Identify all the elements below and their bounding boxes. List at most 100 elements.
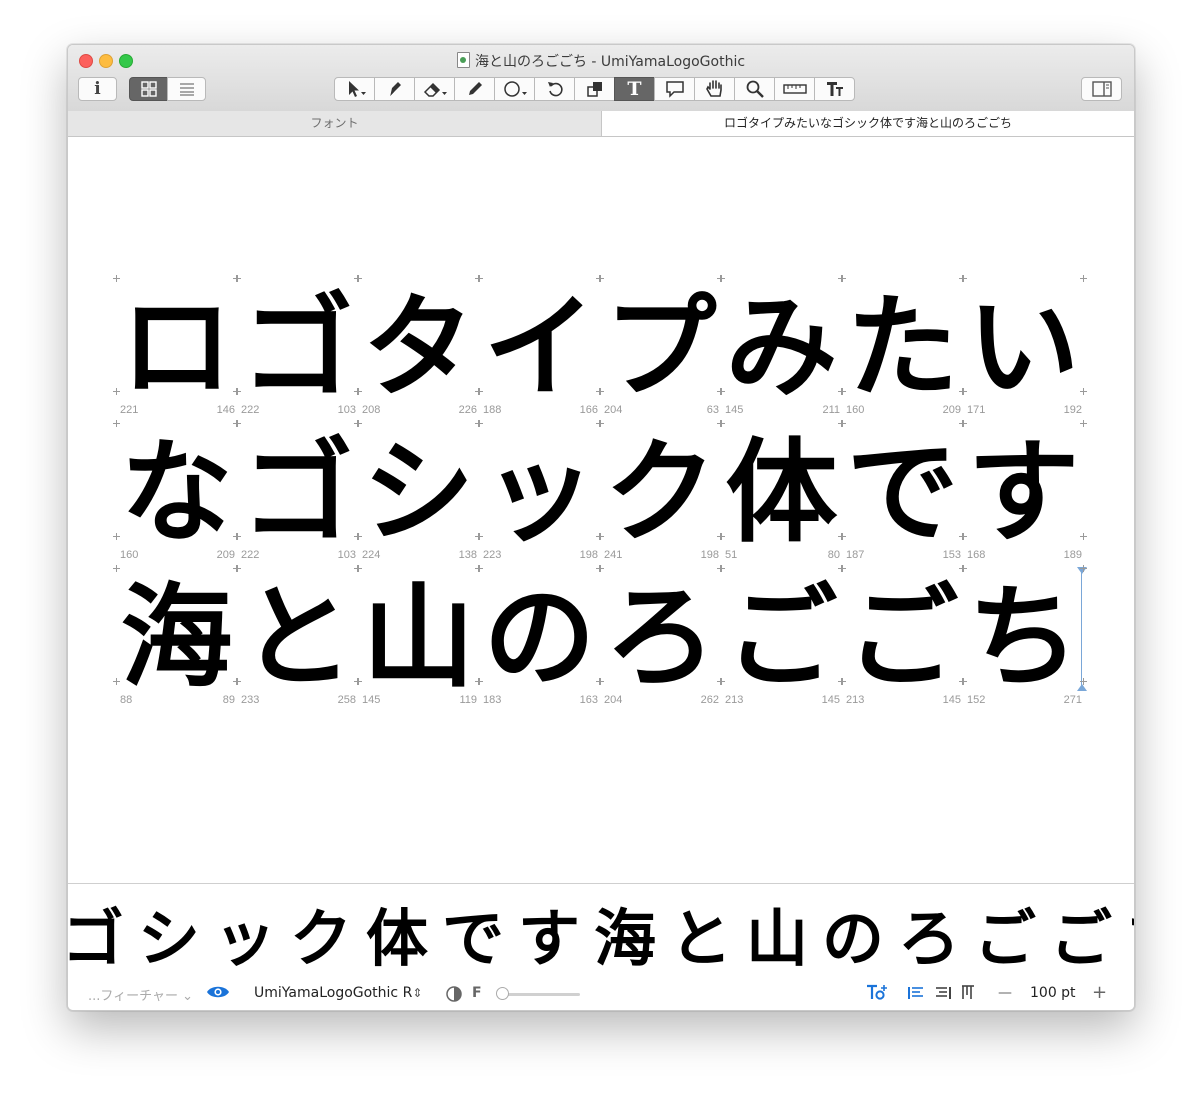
glyph-cell[interactable]: ク 241 198	[597, 420, 724, 568]
vertical-text-button[interactable]	[961, 985, 975, 1004]
glyph-character: ご	[846, 573, 959, 703]
fill-toggle[interactable]: F	[472, 985, 482, 1001]
tab-font[interactable]: フォント	[68, 111, 602, 136]
preview-toggle[interactable]	[206, 984, 230, 1004]
list-view-button[interactable]	[167, 77, 206, 101]
metric-crosshair	[113, 533, 120, 540]
glyph-cell[interactable]: み 145 211	[718, 275, 845, 423]
left-sidebearing-value: 145	[362, 694, 381, 706]
glyph-cell[interactable]: 海 88 89	[113, 565, 240, 713]
annotation-tool[interactable]	[654, 77, 695, 101]
glyph-cell[interactable]: ろ 204 262	[597, 565, 724, 713]
align-right-icon	[936, 987, 951, 999]
glyph-cell[interactable]: ゴ 222 103	[234, 275, 361, 423]
glyph-cell[interactable]: な 160 209	[113, 420, 240, 568]
ellipse-tool[interactable]	[494, 77, 535, 101]
metric-crosshair	[355, 388, 362, 395]
glyph-cell[interactable]: タ 208 226	[355, 275, 482, 423]
grid-view-button[interactable]	[129, 77, 168, 101]
metric-crosshair	[960, 678, 967, 685]
metric-crosshair	[476, 678, 483, 685]
tab-edit-text[interactable]: ロゴタイプみたいなゴシック体です海と山のろごごち	[602, 111, 1134, 136]
pencil-tool[interactable]	[454, 77, 495, 101]
text-tool[interactable]: T	[614, 77, 655, 101]
glyph-cell[interactable]: ロ 221 146	[113, 275, 240, 423]
glyph-cell[interactable]: ッ 223 198	[476, 420, 603, 568]
eraser-icon	[423, 82, 447, 97]
eraser-tool[interactable]	[414, 77, 455, 101]
transform-tool[interactable]	[574, 77, 615, 101]
glyph-cell[interactable]: い 171 192	[960, 275, 1087, 423]
align-left-button[interactable]	[908, 986, 924, 1004]
text-direction-button[interactable]	[866, 983, 888, 1005]
glyph-cell[interactable]: ち 152 271	[960, 565, 1087, 713]
left-sidebearing-value: 241	[604, 549, 623, 561]
size-slider[interactable]	[496, 987, 580, 1001]
left-sidebearing-value: 183	[483, 694, 502, 706]
font-selector[interactable]: UmiYamaLogoGothic R⇕	[254, 985, 422, 1001]
glyph-cell[interactable]: と 233 258	[234, 565, 361, 713]
left-sidebearing-value: 168	[967, 549, 986, 561]
measure-tool[interactable]	[774, 77, 815, 101]
right-sidebearing-value: 138	[458, 549, 477, 561]
metric-crosshair	[476, 565, 483, 572]
glyph-cell[interactable]: の 183 163	[476, 565, 603, 713]
edit-canvas[interactable]: ロ 221 146 ゴ 222 103 タ 208 226 イ 188 166 プ 204 63 み 145 21…	[68, 137, 1134, 883]
pen-tool[interactable]	[374, 77, 415, 101]
right-sidebearing-value: 89	[222, 694, 235, 706]
metrics-tool[interactable]	[814, 77, 855, 101]
glyph-cell[interactable]: 山 145 119	[355, 565, 482, 713]
ellipse-icon	[503, 81, 527, 97]
left-sidebearing-value: 160	[846, 404, 865, 416]
right-sidebearing-value: 189	[1063, 549, 1082, 561]
right-sidebearing-value: 103	[337, 549, 356, 561]
glyph-character: た	[846, 283, 959, 413]
right-sidebearing-value: 163	[579, 694, 598, 706]
features-dropdown[interactable]: ...フィーチャー ⌄	[88, 985, 193, 1004]
rotate-icon	[547, 82, 563, 97]
glyph-cell[interactable]: ゴ 222 103	[234, 420, 361, 568]
info-button[interactable]: i	[78, 77, 117, 101]
increase-size-button[interactable]: +	[1092, 982, 1107, 1003]
text-tool-icon: T	[627, 78, 642, 100]
sidebar-toggle-button[interactable]	[1081, 77, 1122, 101]
metric-crosshair	[597, 275, 604, 282]
glyph-cell[interactable]: で 187 153	[839, 420, 966, 568]
contrast-icon	[446, 986, 462, 1002]
metric-crosshair	[718, 388, 725, 395]
metric-crosshair	[960, 533, 967, 540]
tab-bar: フォント ロゴタイプみたいなゴシック体です海と山のろごごち	[68, 111, 1134, 137]
metric-crosshair	[234, 420, 241, 427]
metric-crosshair	[113, 678, 120, 685]
glyph-cell[interactable]: イ 188 166	[476, 275, 603, 423]
glyph-cell[interactable]: た 160 209	[839, 275, 966, 423]
glyph-cell[interactable]: 体 51 80	[718, 420, 845, 568]
glyph-character: タ	[362, 283, 475, 413]
hand-tool[interactable]	[694, 77, 735, 101]
glyph-cell[interactable]: プ 204 63	[597, 275, 724, 423]
zoom-tool[interactable]	[734, 77, 775, 101]
font-size-value[interactable]: 100 pt	[1030, 985, 1076, 1001]
decrease-size-button[interactable]: —	[998, 985, 1012, 1001]
right-sidebearing-value: 209	[216, 549, 235, 561]
align-right-button[interactable]	[935, 986, 951, 1004]
glyph-cell[interactable]: ご 213 145	[718, 565, 845, 713]
metric-crosshair	[960, 388, 967, 395]
metric-crosshair	[1080, 420, 1087, 427]
glyph-cell[interactable]: ご 213 145	[839, 565, 966, 713]
right-sidebearing-value: 145	[942, 694, 961, 706]
glyph-character: 海	[120, 573, 233, 703]
glyph-cell[interactable]: す 168 189	[960, 420, 1087, 568]
pointer-tool[interactable]	[334, 77, 375, 101]
glyph-cell[interactable]: シ 224 138	[355, 420, 482, 568]
grid-view-icon	[140, 81, 157, 97]
right-sidebearing-value: 198	[579, 549, 598, 561]
slider-knob[interactable]	[496, 987, 509, 1000]
glyph-character: ゴ	[241, 428, 354, 558]
metric-crosshair	[113, 565, 120, 572]
rotate-tool[interactable]	[534, 77, 575, 101]
metric-crosshair	[113, 275, 120, 282]
colorize-toggle[interactable]	[446, 986, 462, 1006]
glyph-character: ク	[604, 428, 717, 558]
right-sidebearing-value: 209	[942, 404, 961, 416]
